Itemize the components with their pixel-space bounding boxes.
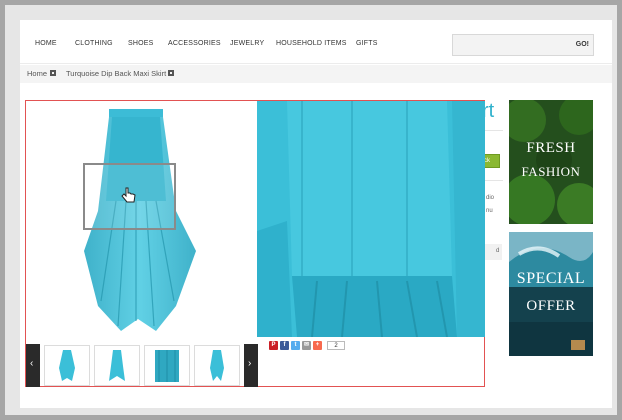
breadcrumb-separator-icon bbox=[50, 70, 56, 76]
nav-item-gifts[interactable]: GIFTS bbox=[356, 40, 378, 47]
nav-item-shoes[interactable]: SHOES bbox=[128, 40, 154, 47]
option-box-fragment: d bbox=[482, 244, 502, 260]
store-page: HOME CLOTHING SHOES ACCESSORIES JEWELRY … bbox=[20, 20, 612, 408]
option-label-fragment: d bbox=[496, 248, 500, 254]
breadcrumb-home-link[interactable]: Home bbox=[27, 69, 47, 78]
twitter-icon[interactable]: t bbox=[291, 341, 300, 350]
chevron-right-icon: › bbox=[248, 358, 252, 369]
divider bbox=[485, 130, 503, 131]
search-input[interactable] bbox=[453, 35, 567, 55]
thumbnail-2[interactable] bbox=[94, 345, 140, 386]
email-icon[interactable]: ✉ bbox=[302, 341, 311, 350]
facebook-icon[interactable]: f bbox=[280, 341, 289, 350]
banner-text-line2: OFFER bbox=[526, 298, 576, 314]
nav-item-home[interactable]: HOME bbox=[35, 40, 57, 47]
breadcrumb: Home Turquoise Dip Back Maxi Skirt bbox=[20, 65, 612, 83]
thumbnail-next-button[interactable]: › bbox=[244, 344, 258, 387]
chevron-left-icon: ‹ bbox=[30, 358, 34, 369]
share-count: 2 bbox=[327, 341, 345, 350]
divider bbox=[485, 180, 503, 181]
banner-text-line1: FRESH bbox=[526, 140, 576, 156]
description-fragment: nu bbox=[486, 208, 493, 214]
product-zoom-viewer: ‹ › P f t ✉ + 2 bbox=[25, 100, 485, 387]
zoomed-image bbox=[257, 101, 485, 337]
zoom-lens[interactable] bbox=[83, 163, 176, 230]
banner-text-line2: FASHION bbox=[521, 164, 581, 179]
nav-item-accessories[interactable]: ACCESSORIES bbox=[168, 40, 221, 47]
wave-image bbox=[509, 232, 593, 356]
screenshot-frame: HOME CLOTHING SHOES ACCESSORIES JEWELRY … bbox=[5, 5, 617, 415]
hand-cursor-icon bbox=[121, 187, 136, 203]
thumbnail-prev-button[interactable]: ‹ bbox=[26, 344, 40, 387]
description-fragment: dio bbox=[486, 195, 495, 201]
thumbnail-3[interactable] bbox=[144, 345, 190, 386]
skirt-zoom-detail bbox=[257, 101, 485, 337]
thumbnail-strip: ‹ › bbox=[26, 344, 260, 387]
fresh-fashion-banner[interactable]: FRESH FASHION bbox=[509, 100, 593, 224]
search-box: GO! bbox=[452, 34, 594, 56]
special-offer-banner[interactable]: SPECIAL OFFER bbox=[509, 232, 593, 356]
nav-item-clothing[interactable]: CLOTHING bbox=[75, 40, 113, 47]
addthis-icon[interactable]: + bbox=[313, 341, 322, 350]
nav-item-household-items[interactable]: HOUSEHOLD ITEMS bbox=[276, 40, 347, 47]
breadcrumb-separator-icon bbox=[168, 70, 174, 76]
foliage-image bbox=[509, 100, 593, 224]
pinterest-icon[interactable]: P bbox=[269, 341, 278, 350]
search-go-button[interactable]: GO! bbox=[576, 41, 589, 48]
nav-item-jewelry[interactable]: JEWELRY bbox=[230, 40, 264, 47]
thumbnail-4[interactable] bbox=[194, 345, 240, 386]
thumbnail-1[interactable] bbox=[44, 345, 90, 386]
product-main-image[interactable] bbox=[26, 101, 256, 337]
banner-text-line1: SPECIAL bbox=[516, 270, 586, 287]
top-navigation: HOME CLOTHING SHOES ACCESSORIES JEWELRY … bbox=[20, 20, 612, 64]
breadcrumb-current: Turquoise Dip Back Maxi Skirt bbox=[66, 69, 167, 78]
